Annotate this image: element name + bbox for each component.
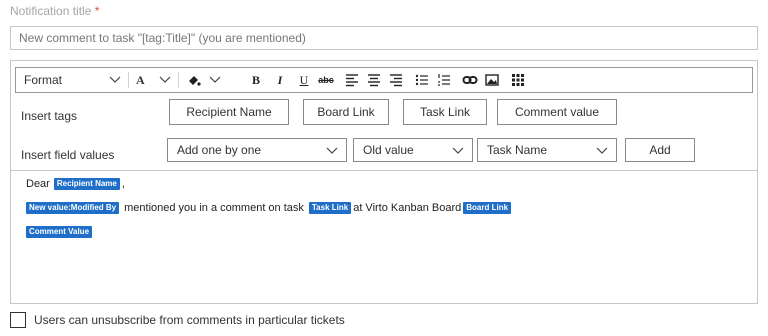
notification-title-text: Notification title <box>10 4 92 18</box>
field-dropdown[interactable]: Task Name <box>477 138 617 162</box>
tag-button-recipient-name[interactable]: Recipient Name <box>169 99 289 125</box>
insert-mode-dropdown[interactable]: Add one by one <box>167 138 347 162</box>
notification-title-label: Notification title * <box>10 4 99 18</box>
font-color-button[interactable]: A <box>136 71 150 89</box>
italic-icon[interactable]: I <box>272 72 288 88</box>
body-text: at Virto Kanban Board <box>353 202 462 214</box>
chevron-down-icon[interactable] <box>208 71 222 89</box>
body-text: Dear <box>26 178 50 190</box>
tag-button-comment-value[interactable]: Comment value <box>497 99 617 125</box>
insert-mode-value: Add one by one <box>177 143 262 157</box>
table-icon[interactable] <box>510 72 526 88</box>
font-color-label: A <box>136 73 145 87</box>
numbered-list-icon[interactable] <box>436 72 452 88</box>
tag-button-board-link[interactable]: Board Link <box>303 99 389 125</box>
chevron-down-icon <box>596 147 608 154</box>
chevron-down-icon <box>452 147 464 154</box>
add-field-button[interactable]: Add <box>625 138 695 162</box>
body-text: mentioned you in a comment on task <box>124 202 304 214</box>
tag-chip-modified-by[interactable]: New value:Modified By <box>26 202 120 214</box>
bullet-list-icon[interactable] <box>414 72 430 88</box>
tag-chip-comment-value[interactable]: Comment Value <box>26 226 93 238</box>
image-icon[interactable] <box>484 72 500 88</box>
align-left-icon[interactable] <box>344 72 360 88</box>
tag-button-task-link[interactable]: Task Link <box>403 99 487 125</box>
body-line-3: Comment Value <box>26 226 94 238</box>
field-value: Task Name <box>487 143 548 157</box>
body-line-1: Dear Recipient Name , <box>26 178 125 190</box>
toolbar-separator <box>178 72 179 88</box>
unsubscribe-option[interactable]: Users can unsubscribe from comments in p… <box>10 312 345 328</box>
notification-title-input[interactable]: New comment to task "[tag:Title]" (you a… <box>10 26 758 50</box>
message-editor: Format A B I U abc Insert tags Recipient… <box>10 60 758 304</box>
chevron-down-icon <box>326 147 338 154</box>
formatting-toolbar: Format A B I U abc <box>15 67 753 93</box>
link-icon[interactable] <box>462 72 478 88</box>
bold-icon[interactable]: B <box>248 72 264 88</box>
editor-toolbar-area: Format A B I U abc Insert tags Recipient… <box>11 61 757 171</box>
value-type-dropdown[interactable]: Old value <box>353 138 473 162</box>
body-text: , <box>121 178 125 190</box>
insert-tags-label: Insert tags <box>21 109 78 123</box>
format-dropdown-label: Format <box>24 73 63 87</box>
align-right-icon[interactable] <box>388 72 404 88</box>
tag-chip-task-link[interactable]: Task Link <box>308 202 352 214</box>
unsubscribe-checkbox[interactable] <box>10 312 26 328</box>
highlight-color-icon[interactable] <box>186 72 202 88</box>
body-line-2: New value:Modified By mentioned you in a… <box>26 202 513 214</box>
required-mark: * <box>94 4 100 18</box>
insert-field-values-label: Insert field values <box>21 148 115 162</box>
chevron-down-icon[interactable] <box>108 71 122 89</box>
format-dropdown[interactable]: Format <box>24 71 94 89</box>
chevron-down-icon[interactable] <box>158 71 172 89</box>
tag-chip-board-link[interactable]: Board Link <box>463 202 512 214</box>
toolbar-separator <box>128 72 129 88</box>
strikethrough-icon[interactable]: abc <box>318 72 334 88</box>
align-center-icon[interactable] <box>366 72 382 88</box>
tag-chip-recipient-name[interactable]: Recipient Name <box>53 178 120 190</box>
underline-icon[interactable]: U <box>296 72 312 88</box>
unsubscribe-label: Users can unsubscribe from comments in p… <box>34 313 345 327</box>
value-type-value: Old value <box>363 143 414 157</box>
